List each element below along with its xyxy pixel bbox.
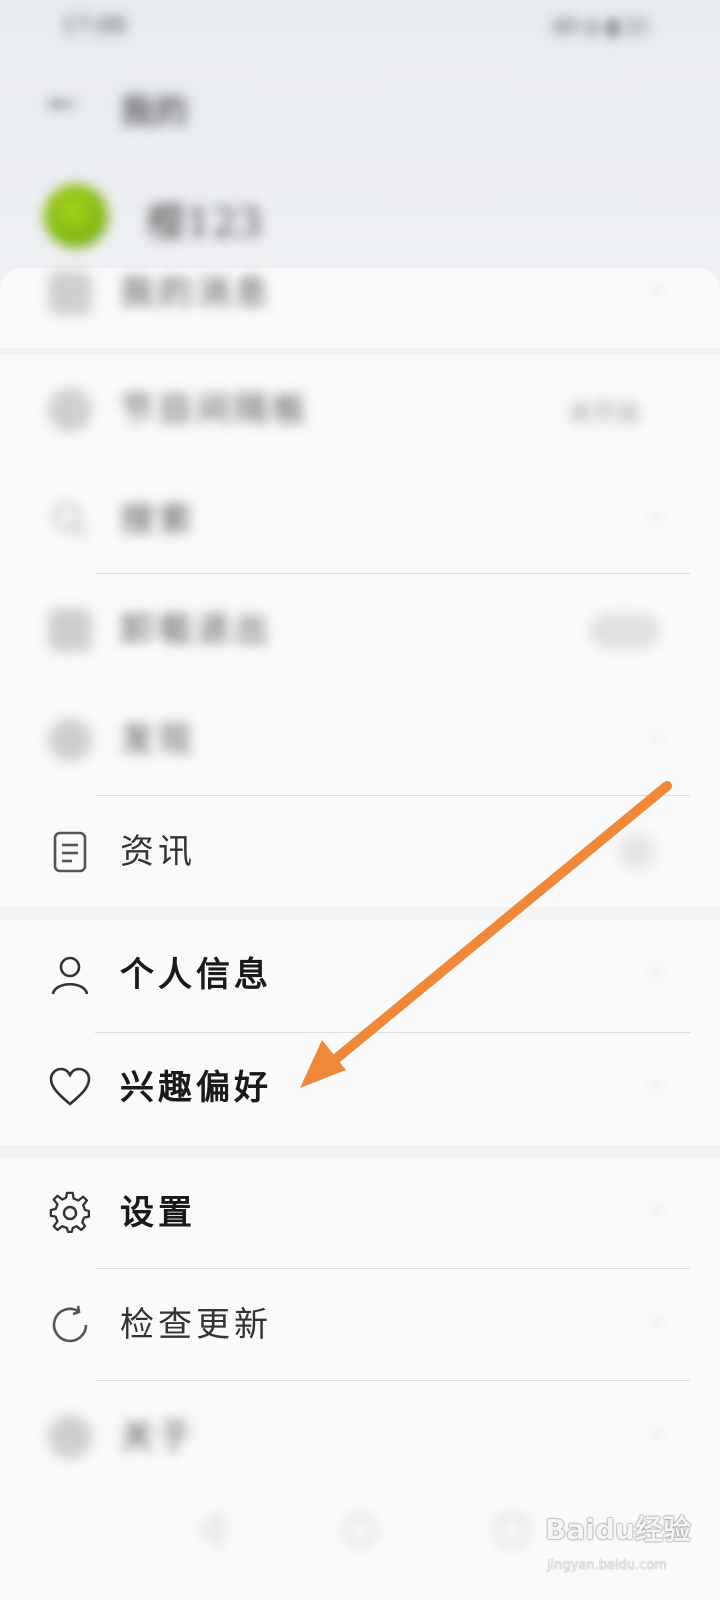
document-icon [48, 830, 92, 874]
menu-item-interests[interactable]: 兴趣偏好 › [0, 1033, 720, 1143]
chevron-right-icon: › [650, 1304, 662, 1339]
nav-back-icon[interactable] [190, 1508, 234, 1552]
menu-item-value: 未开启 [568, 399, 640, 427]
menu-item-messages[interactable]: 我的消息 › [0, 238, 720, 348]
menu-item-search[interactable]: 搜索 › [0, 465, 720, 575]
heart-icon [48, 1066, 92, 1110]
menu-item-label: 兴趣偏好 [120, 1068, 272, 1108]
chevron-right-icon: › [650, 1192, 662, 1227]
menu-item-news[interactable]: 资讯 [0, 797, 720, 907]
chevron-right-icon: › [650, 499, 662, 534]
menu-item-check-update[interactable]: 检查更新 › [0, 1270, 720, 1380]
divider [95, 1268, 690, 1269]
menu-item-label: 搜索 [120, 500, 196, 540]
menu-item-anonymous[interactable]: 节目间隔板 未开启 [0, 355, 720, 465]
search-icon [48, 498, 92, 542]
status-indicators: 49 ◎ ▮ 21 [551, 14, 650, 38]
divider [95, 1380, 690, 1381]
watermark-url: jingyan.baidu.com [547, 1558, 667, 1573]
menu-item-label: 发现 [120, 720, 196, 760]
watermark-logo-text: Baidu经验 [545, 1513, 691, 1546]
chevron-right-icon: › [650, 954, 662, 989]
menu-item-label: 检查更新 [120, 1305, 272, 1345]
compass-icon [48, 718, 92, 762]
menu-item-settings[interactable]: 设置 › [0, 1158, 720, 1268]
menu-item-label: 设置 [120, 1193, 196, 1233]
nav-home-icon[interactable] [338, 1508, 382, 1552]
menu-item-label: 节目间隔板 [120, 390, 310, 430]
menu-item-discover[interactable]: 发现 › [0, 685, 720, 795]
menu-item-pinned[interactable]: 卸载退出 [0, 575, 720, 685]
profile-panel: 个人信息 › 兴趣偏好 › [0, 920, 720, 1145]
toggle-switch[interactable] [618, 832, 656, 870]
info-icon [48, 1415, 92, 1459]
menu-item-label: 资讯 [120, 832, 196, 872]
refresh-icon [48, 1303, 92, 1347]
nav-recent-icon[interactable] [490, 1508, 534, 1552]
clock-icon [48, 388, 92, 432]
status-time: 17:09 [62, 14, 126, 39]
toggle-switch[interactable] [590, 613, 660, 649]
menu-item-personal-info[interactable]: 个人信息 › [0, 920, 720, 1030]
back-arrow-icon[interactable]: ← [48, 84, 77, 124]
status-bar: 17:09 49 ◎ ▮ 21 [0, 8, 720, 48]
menu-item-label: 卸载退出 [120, 610, 272, 650]
divider [95, 795, 690, 796]
chevron-right-icon: › [650, 1416, 662, 1451]
menu-item-label: 关于 [120, 1417, 196, 1457]
grid-icon [48, 608, 92, 652]
features-panel: 节目间隔板 未开启 搜索 › 卸载退出 发现 › 资讯 [0, 355, 720, 907]
menu-item-label: 我的消息 [120, 273, 272, 313]
page-title: 我的 [120, 92, 188, 132]
messages-panel: 我的消息 › [0, 268, 720, 348]
watermark: Baidu经验 jingyan.baidu.com [545, 1496, 705, 1596]
menu-item-about[interactable]: 关于 › [0, 1382, 720, 1492]
menu-item-label: 个人信息 [120, 955, 272, 995]
message-icon [48, 271, 92, 315]
gear-icon [48, 1191, 92, 1235]
chevron-right-icon: › [650, 719, 662, 754]
divider [95, 573, 690, 574]
chevron-right-icon: › [650, 272, 662, 307]
person-icon [48, 953, 92, 997]
chevron-right-icon: › [650, 1067, 662, 1102]
